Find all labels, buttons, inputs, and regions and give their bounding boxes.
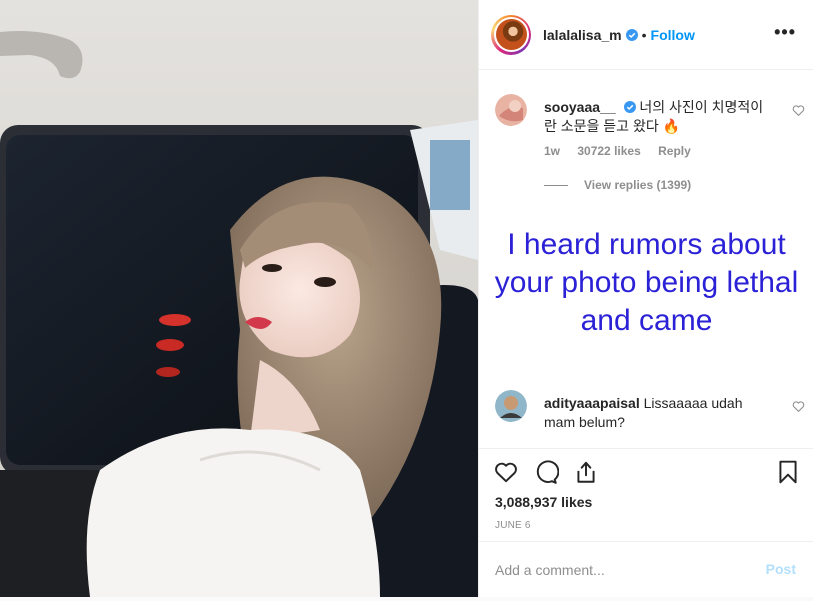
follow-button[interactable]: Follow — [651, 27, 695, 43]
add-comment-section: Post — [479, 541, 813, 597]
comment-time[interactable]: 1w — [544, 144, 560, 158]
save-bookmark-icon[interactable] — [775, 459, 801, 485]
commenter-avatar[interactable] — [495, 390, 527, 422]
comment-item: adityaaapaisal Lissaaaaa udah mam belum? — [495, 390, 805, 447]
commenter-avatar[interactable] — [495, 94, 527, 126]
replies-divider — [544, 184, 568, 186]
overlay-caption: I heard rumors about your photo being le… — [494, 228, 799, 337]
comment-likes[interactable]: 30722 likes — [577, 144, 640, 158]
verified-badge-icon — [623, 101, 636, 113]
comment-reply-button[interactable]: Reply — [658, 144, 691, 158]
comment-like-heart-icon[interactable] — [792, 400, 805, 413]
like-heart-icon[interactable] — [493, 459, 519, 485]
comment-text: adityaaapaisal Lissaaaaa udah mam belum? — [544, 394, 774, 432]
post-actions: 3,088,937 likes JUNE 6 — [479, 448, 813, 541]
post-date[interactable]: JUNE 6 — [495, 520, 531, 531]
author-username[interactable]: lalalalisa_m — [543, 27, 622, 43]
share-icon[interactable] — [573, 459, 599, 485]
comment-bubble-icon[interactable] — [533, 459, 559, 485]
post-comment-button[interactable]: Post — [766, 561, 796, 577]
comment-item: sooyaaa__ 너의 사진이 치명적이란 소문을 듣고 왔다 🔥 1w 30… — [495, 94, 805, 214]
author-avatar[interactable] — [491, 14, 531, 55]
post-photo-illustration — [0, 0, 478, 597]
comments-list: sooyaaa__ 너의 사진이 치명적이란 소문을 듣고 왔다 🔥 1w 30… — [479, 71, 813, 447]
more-options-icon[interactable]: ••• — [774, 23, 796, 41]
post-header: lalalalisa_m • Follow ••• — [479, 0, 813, 70]
verified-badge-icon — [625, 28, 638, 41]
post-photo[interactable] — [0, 0, 478, 597]
separator-dot: • — [641, 26, 647, 43]
comment-username[interactable]: adityaaapaisal — [544, 395, 640, 411]
view-replies-label[interactable]: View replies (1399) — [584, 178, 691, 192]
post-side-panel: lalalalisa_m • Follow ••• sooyaaa__ 너의 사… — [478, 0, 813, 597]
post-likes-count[interactable]: 3,088,937 likes — [495, 494, 592, 510]
comment-username[interactable]: sooyaaa__ — [544, 99, 616, 115]
comment-text: sooyaaa__ 너의 사진이 치명적이란 소문을 듣고 왔다 🔥 — [544, 98, 774, 136]
comment-like-heart-icon[interactable] — [792, 104, 805, 117]
view-replies-button[interactable]: View replies (1399) — [544, 178, 691, 192]
page-bottom-edge — [0, 597, 813, 601]
add-comment-input[interactable] — [495, 559, 745, 581]
comment-meta: 1w 30722 likes Reply — [544, 144, 705, 158]
